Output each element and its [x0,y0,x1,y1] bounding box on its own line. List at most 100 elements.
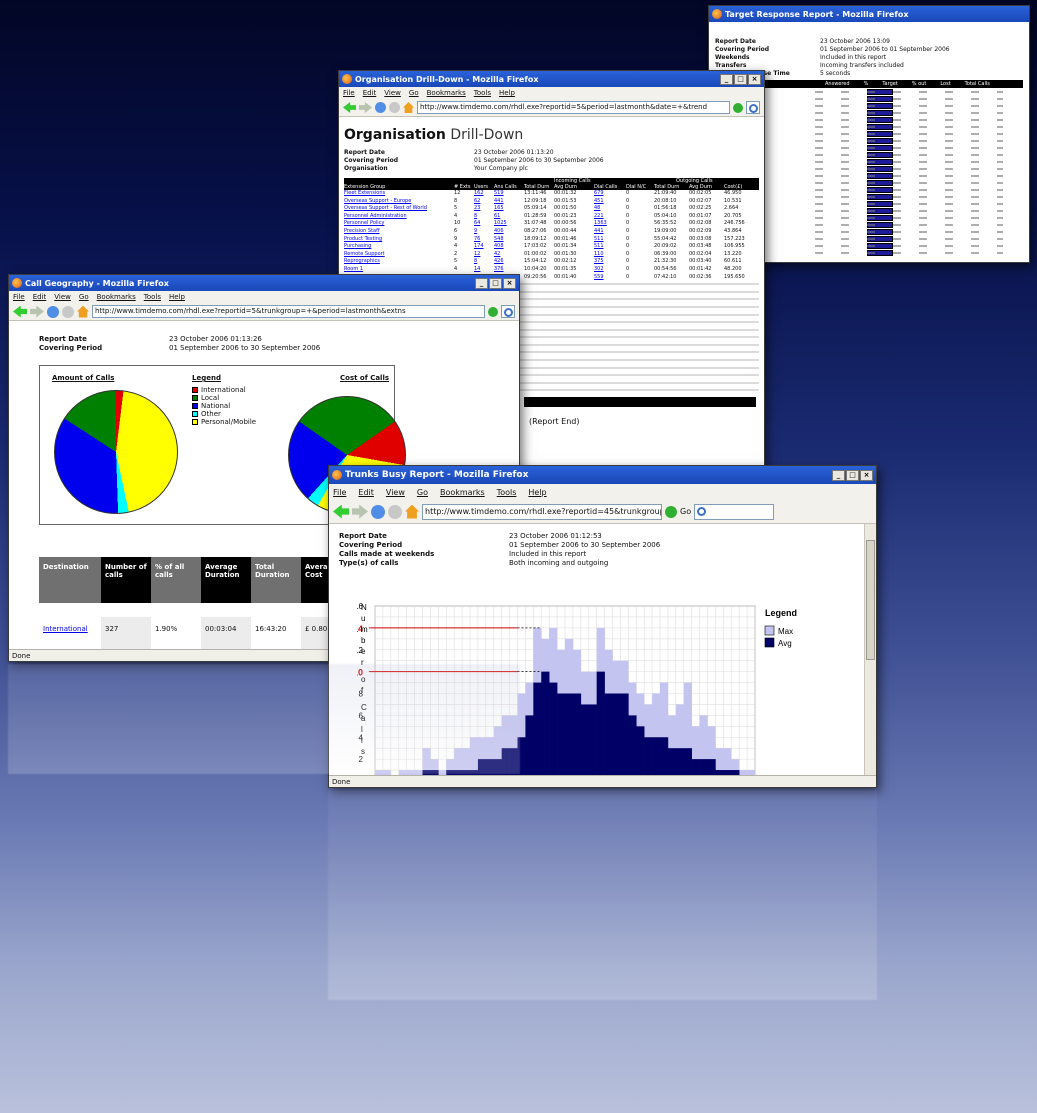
table-cell[interactable]: 8 [474,213,477,219]
table-cell[interactable]: 451 [594,198,604,204]
table-cell[interactable]: 441 [594,228,604,234]
google-search-icon[interactable] [501,305,515,318]
minimize-button[interactable]: _ [720,73,733,85]
table-cell[interactable]: 1363 [594,220,607,226]
forward-arrow-icon[interactable] [359,102,372,113]
org-url-bar[interactable]: http://www.timdemo.com/rhdl.exe?reportid… [417,101,730,114]
menu-tools[interactable]: Tools [497,488,517,497]
table-cell[interactable]: 302 [594,266,604,272]
google-search-icon[interactable] [746,101,760,114]
table-cell[interactable]: 14 [474,266,480,272]
reload-icon[interactable] [371,504,385,519]
table-cell[interactable]: 76 [474,236,480,242]
menu-go[interactable]: Go [79,293,89,301]
menu-go[interactable]: Go [409,89,419,97]
menu-view[interactable]: View [384,89,401,97]
menu-tools[interactable]: Tools [474,89,491,97]
table-cell[interactable]: 174 [474,243,484,249]
destination-link[interactable]: Local [39,641,101,649]
stop-icon[interactable] [62,305,74,318]
stop-icon[interactable] [388,504,402,519]
menu-help[interactable]: Help [528,488,546,497]
target-window-titlebar[interactable]: Target Response Report - Mozilla Firefox [709,6,1029,22]
menu-view[interactable]: View [54,293,71,301]
menu-bookmarks[interactable]: Bookmarks [440,488,485,497]
table-cell[interactable]: 406 [494,228,504,234]
destination-link[interactable]: International [39,617,101,641]
menu-go[interactable]: Go [417,488,428,497]
table-cell[interactable]: 679 [594,190,604,196]
table-cell[interactable]: 23 [474,205,480,211]
table-cell[interactable]: 375 [594,258,604,264]
extension-group-link[interactable]: Reprographics [344,258,380,264]
table-cell[interactable]: 9 [474,228,477,234]
extension-group-link[interactable]: Overseas Support - Rest of World [344,205,427,211]
table-cell[interactable]: 64 [474,220,480,226]
maximize-button[interactable]: □ [846,469,859,481]
go-label[interactable]: Go [680,507,691,516]
table-cell[interactable]: 1025 [494,220,507,226]
home-icon[interactable] [405,504,419,519]
table-cell[interactable]: 61 [494,213,500,219]
table-cell[interactable]: 519 [494,190,504,196]
go-icon[interactable] [665,505,677,518]
extension-group-link[interactable]: Personnel Policy [344,220,384,226]
table-cell[interactable]: 42 [494,251,500,257]
close-button[interactable]: × [748,73,761,85]
back-arrow-icon[interactable] [333,504,349,519]
maximize-button[interactable]: □ [734,73,747,85]
menu-bookmarks[interactable]: Bookmarks [97,293,136,301]
table-cell[interactable]: 110 [594,251,604,257]
extension-group-link[interactable]: Precision Staff [344,228,380,234]
table-cell[interactable]: 12 [474,251,480,257]
close-button[interactable]: × [503,277,516,289]
table-cell[interactable]: 511 [594,236,604,242]
extension-group-link[interactable]: Remote Support [344,251,385,257]
table-cell[interactable]: 221 [594,213,604,219]
table-cell[interactable]: 548 [494,236,504,242]
table-cell[interactable]: 376 [494,266,504,272]
geo-url-bar[interactable]: http://www.timdemo.com/rhdl.exe?reportid… [92,305,485,318]
geo-window-titlebar[interactable]: Call Geography - Mozilla Firefox _ □ × [9,275,519,291]
extension-group-link[interactable]: Personnel Administration [344,213,407,219]
extension-group-link[interactable]: Overseas Support - Europe [344,198,411,204]
reload-icon[interactable] [375,102,386,113]
table-cell[interactable]: 408 [494,243,504,249]
extension-group-link[interactable]: Product Testing [344,236,382,242]
table-cell[interactable]: 8 [474,258,477,264]
menu-help[interactable]: Help [499,89,515,97]
table-cell[interactable]: 559 [594,274,604,280]
minimize-button[interactable]: _ [832,469,845,481]
org-window-titlebar[interactable]: Organisation Drill-Down - Mozilla Firefo… [339,71,764,87]
google-search-icon[interactable] [694,503,775,520]
extension-group-link[interactable]: Fleet Extensions [344,190,385,196]
menu-file[interactable]: File [343,89,355,97]
home-icon[interactable] [403,102,414,113]
menu-tools[interactable]: Tools [144,293,161,301]
trunks-window-titlebar[interactable]: Trunks Busy Report - Mozilla Firefox _ □ × [329,466,876,484]
menu-file[interactable]: File [333,488,346,497]
extension-group-link[interactable]: Purchasing [344,243,371,249]
table-cell[interactable]: 441 [494,198,504,204]
trunks-url-bar[interactable]: http://www.timdemo.com/rhdl.exe?reportid… [422,503,662,520]
menu-edit[interactable]: Edit [363,89,377,97]
stop-icon[interactable] [389,102,400,113]
table-cell[interactable]: 511 [594,243,604,249]
menu-help[interactable]: Help [169,293,185,301]
table-cell[interactable]: 426 [494,258,504,264]
go-icon[interactable] [488,306,498,317]
maximize-button[interactable]: □ [489,277,502,289]
go-icon[interactable] [733,102,743,113]
table-cell[interactable]: 165 [494,205,504,211]
table-cell[interactable]: 62 [474,198,480,204]
table-cell[interactable]: 48 [594,205,600,211]
trunks-vertical-scrollbar[interactable] [864,524,876,775]
menu-file[interactable]: File [13,293,25,301]
menu-edit[interactable]: Edit [33,293,47,301]
home-icon[interactable] [77,305,89,318]
extension-group-link[interactable]: Room 1 [344,266,363,272]
back-arrow-icon[interactable] [13,305,27,318]
menu-view[interactable]: View [386,488,405,497]
menu-bookmarks[interactable]: Bookmarks [427,89,466,97]
table-cell[interactable]: 162 [474,190,484,196]
